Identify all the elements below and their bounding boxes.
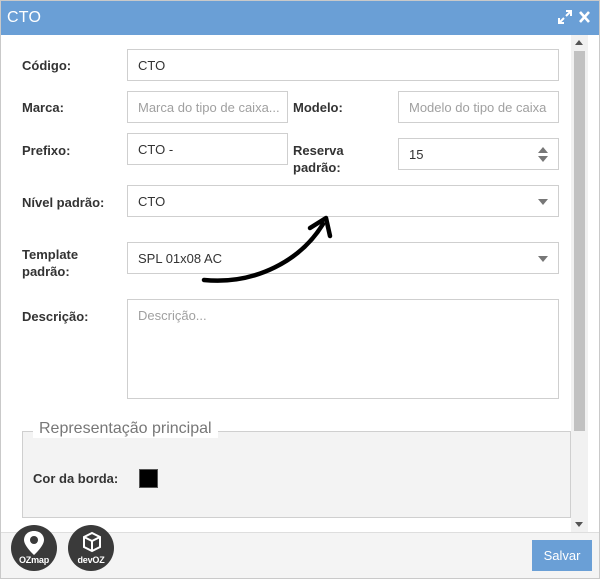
devoz-logo: devOZ: [68, 525, 114, 571]
marca-field[interactable]: Marca do tipo de caixa...: [127, 91, 288, 123]
scroll-down-icon[interactable]: [575, 522, 583, 527]
vertical-scrollbar[interactable]: [571, 35, 588, 532]
codigo-label: Código:: [22, 58, 72, 73]
template-select[interactable]: SPL 01x08 AC: [127, 242, 559, 274]
prefixo-field[interactable]: CTO -: [127, 133, 288, 165]
expand-icon[interactable]: [558, 10, 572, 24]
cor-borda-label: Cor da borda:: [33, 471, 119, 486]
reserva-value: 15: [409, 146, 424, 162]
stepper-arrows[interactable]: [538, 147, 548, 162]
window-title: CTO: [7, 9, 42, 26]
devoz-logo-text: devOZ: [77, 555, 105, 565]
scroll-up-icon[interactable]: [575, 40, 583, 45]
prefixo-value: CTO -: [138, 141, 174, 157]
save-button[interactable]: Salvar: [532, 540, 592, 571]
ozmap-logo: OZmap: [11, 525, 57, 571]
template-label-line1: Template: [22, 247, 79, 262]
form-content: Código: CTO Marca: Marca do tipo de caix…: [1, 35, 599, 532]
stepper-down-icon[interactable]: [538, 156, 548, 162]
annotation-arrow-icon: [201, 215, 333, 283]
modelo-label: Modelo:: [293, 100, 343, 115]
scroll-thumb[interactable]: [574, 51, 585, 431]
chevron-down-icon: [538, 256, 548, 262]
nivel-value: CTO: [138, 193, 166, 209]
stepper-up-icon[interactable]: [538, 147, 548, 153]
modelo-field[interactable]: Modelo do tipo de caixa: [398, 91, 559, 123]
nivel-label: Nível padrão:: [22, 195, 105, 210]
template-label-line2: padrão:: [22, 264, 70, 279]
nivel-select[interactable]: CTO: [127, 185, 559, 217]
cto-dialog: CTO Código: CTO Marca: Marca do tipo de …: [0, 0, 600, 579]
reserva-label-line2: padrão:: [293, 160, 341, 175]
reserva-stepper[interactable]: 15: [398, 138, 559, 170]
codigo-field[interactable]: CTO: [127, 49, 559, 81]
codigo-value: CTO: [138, 57, 166, 73]
modelo-placeholder: Modelo do tipo de caixa: [409, 99, 547, 115]
chevron-down-icon: [538, 199, 548, 205]
border-color-swatch[interactable]: [139, 469, 158, 488]
prefixo-label: Prefixo:: [22, 143, 71, 158]
title-icons: [558, 10, 591, 24]
representacao-legend: Representação principal: [33, 420, 218, 438]
title-bar: CTO: [1, 1, 599, 35]
representacao-fieldset: Representação principal Cor da borda:: [22, 420, 571, 518]
descricao-label: Descrição:: [22, 309, 89, 324]
ozmap-logo-text: OZmap: [18, 555, 49, 565]
marca-label: Marca:: [22, 100, 64, 115]
descricao-textarea[interactable]: [127, 299, 559, 399]
close-icon[interactable]: [578, 10, 591, 24]
reserva-label-line1: Reserva: [293, 143, 344, 158]
marca-placeholder: Marca do tipo de caixa...: [138, 99, 280, 115]
